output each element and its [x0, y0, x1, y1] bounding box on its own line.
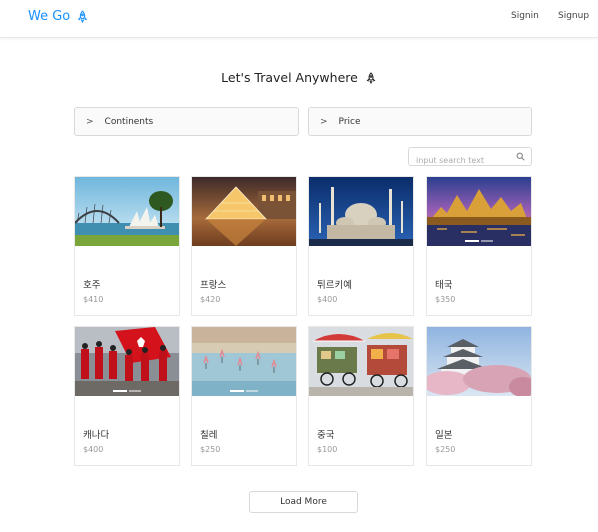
destination-name: 호주	[83, 280, 101, 291]
continents-filter[interactable]: > Continents	[74, 107, 299, 136]
destination-card-japan[interactable]: 일본 $250	[426, 326, 532, 466]
destination-price: $350	[435, 295, 456, 304]
destination-price: $100	[317, 445, 338, 454]
destination-card-france[interactable]: 프랑스 $420	[191, 176, 297, 316]
destination-price: $410	[83, 295, 104, 304]
destination-price: $400	[83, 445, 104, 454]
brand-name: We Go	[28, 9, 71, 24]
chevron-right-icon: >	[86, 116, 94, 127]
price-filter-label: Price	[338, 116, 361, 127]
destination-name: 튀르키예	[317, 280, 352, 291]
signin-link[interactable]: Signin	[511, 11, 539, 21]
destination-card-canada[interactable]: 캐나다 $400	[74, 326, 180, 466]
destination-name: 프랑스	[200, 280, 227, 291]
chile-photo	[192, 327, 296, 396]
destination-name: 일본	[435, 430, 453, 441]
china-photo	[309, 327, 413, 396]
continents-filter-label: Continents	[104, 116, 154, 127]
destination-price: $420	[200, 295, 221, 304]
rocket-icon	[366, 71, 376, 84]
thailand-photo	[427, 177, 531, 246]
canada-photo	[75, 327, 179, 396]
destination-price: $400	[317, 295, 338, 304]
destination-card-australia[interactable]: 호주 $410	[74, 176, 180, 316]
signup-link[interactable]: Signup	[558, 11, 589, 21]
top-navbar: We Go Signin Signup	[0, 0, 598, 38]
turkey-photo	[309, 177, 413, 246]
load-more-button[interactable]: Load More	[249, 491, 358, 513]
destination-price: $250	[435, 445, 456, 454]
destination-card-china[interactable]: 중국 $100	[308, 326, 414, 466]
destination-price: $250	[200, 445, 221, 454]
france-photo	[192, 177, 296, 246]
destination-card-turkey[interactable]: 튀르키예 $400	[308, 176, 414, 316]
destination-name: 태국	[435, 280, 453, 291]
brand-logo[interactable]: We Go	[28, 9, 89, 24]
carousel-dots	[192, 390, 296, 392]
destination-name: 칠레	[200, 430, 218, 441]
rocket-icon	[77, 10, 88, 23]
page-title-text: Let's Travel Anywhere	[221, 70, 358, 85]
destination-name: 캐나다	[83, 430, 110, 441]
search-box	[408, 147, 532, 169]
chevron-right-icon: >	[320, 116, 328, 127]
destination-card-thailand[interactable]: 태국 $350	[426, 176, 532, 316]
destination-name: 중국	[317, 430, 335, 441]
search-input[interactable]	[409, 152, 509, 169]
carousel-dots	[75, 390, 179, 392]
australia-photo	[75, 177, 179, 246]
price-filter[interactable]: > Price	[308, 107, 532, 136]
japan-photo	[427, 327, 531, 396]
page-title: Let's Travel Anywhere	[0, 70, 598, 85]
carousel-dots	[427, 240, 531, 242]
search-icon[interactable]	[516, 152, 525, 161]
destination-card-chile[interactable]: 칠레 $250	[191, 326, 297, 466]
